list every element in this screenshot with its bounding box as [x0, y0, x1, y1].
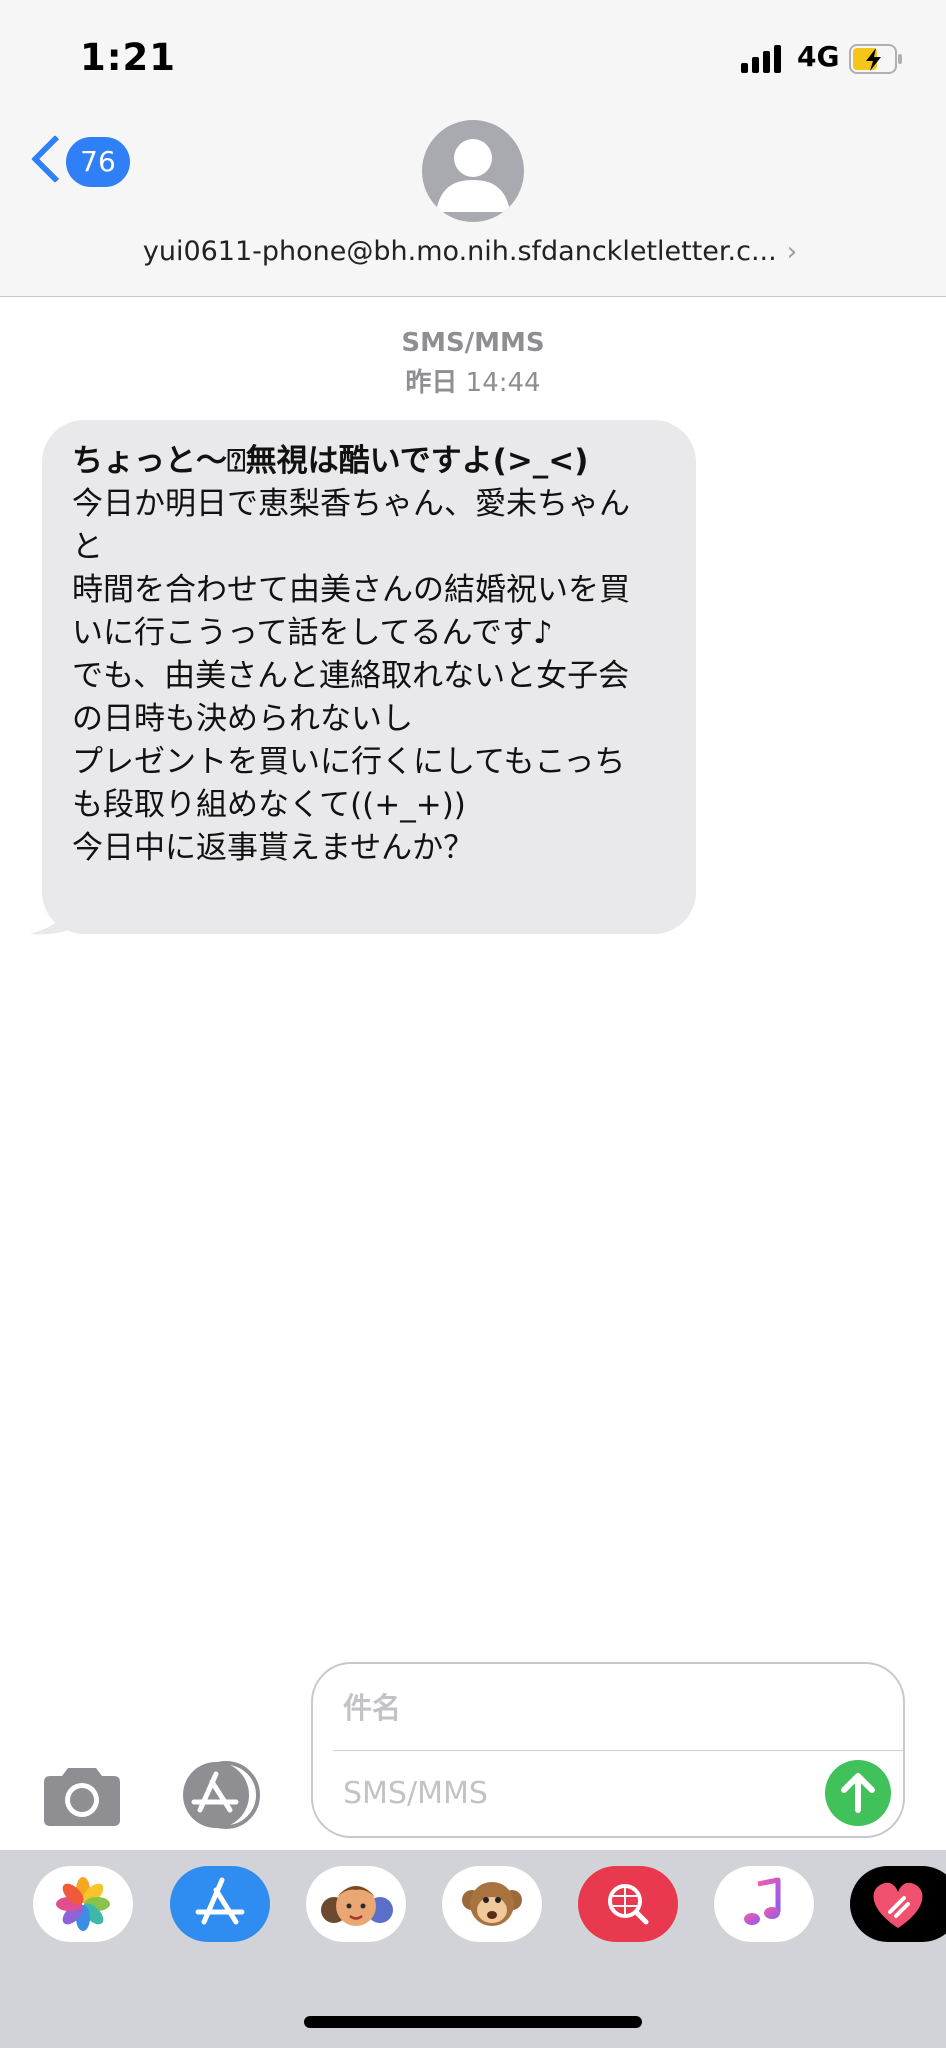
- contact-address: yui0611-phone@bh.mo.nih.sfdanckletletter…: [142, 236, 777, 267]
- send-button[interactable]: [825, 1760, 891, 1826]
- message-line: も段取り組めなくて((+_+)): [72, 787, 466, 823]
- network-type: 4G: [797, 40, 840, 73]
- web-search-icon[interactable]: [578, 1866, 678, 1942]
- timestamp-day: 昨日: [405, 368, 458, 398]
- imessage-app-drawer: [0, 1850, 946, 2048]
- message-line: 今日中に返事貰えませんか？: [72, 830, 475, 866]
- message-line: 今日か明日で恵梨香ちゃん、愛未ちゃん: [72, 486, 630, 522]
- message-line: と: [72, 529, 103, 565]
- person-icon: [436, 139, 510, 212]
- message-timestamp: 昨日 14:44: [0, 362, 946, 399]
- timestamp-time: 14:44: [465, 368, 541, 398]
- service-label: SMS/MMS: [401, 328, 545, 358]
- message-line: いに行こうって話をしてるんです♪: [72, 615, 553, 651]
- memoji-icon[interactable]: [306, 1866, 406, 1942]
- cellular-signal-icon: [741, 45, 785, 73]
- compose-box: 件名 SMS/MMS: [311, 1662, 905, 1838]
- back-button[interactable]: 76: [30, 132, 134, 192]
- subject-input[interactable]: 件名: [343, 1682, 843, 1734]
- photos-app-icon[interactable]: [33, 1866, 133, 1942]
- received-message-bubble[interactable]: ちょっと〜⍰無視は酷いですよ(>_<) 今日か明日で恵梨香ちゃん、愛未ちゃん と…: [42, 420, 696, 934]
- message-line: プレゼントを買いに行くにしてもこっち: [72, 744, 626, 780]
- home-indicator[interactable]: [304, 2016, 642, 2028]
- message-line: 時間を合わせて由美さんの結婚祝いを買: [72, 572, 630, 608]
- status-time: 1:21: [80, 36, 177, 79]
- message-line: でも、由美さんと連絡取れないと女子会: [72, 658, 630, 694]
- camera-icon[interactable]: [42, 1762, 122, 1828]
- app-store-icon[interactable]: [170, 1866, 270, 1942]
- navigation-header: 1:21 4G 76 yui0611-phone@bh.mo.nih.sfdan…: [0, 0, 946, 297]
- chevron-right-icon: ›: [786, 237, 798, 267]
- digital-touch-icon[interactable]: [850, 1866, 946, 1942]
- arrow-up-icon: [841, 1773, 875, 1813]
- battery-charging-icon: [849, 44, 902, 74]
- message-line: ちょっと〜⍰無視は酷いですよ(>_<): [72, 443, 589, 479]
- animoji-monkey-icon[interactable]: [442, 1866, 542, 1942]
- unread-count-badge: 76: [66, 137, 130, 187]
- field-divider: [333, 1750, 903, 1751]
- message-input[interactable]: SMS/MMS: [343, 1768, 803, 1820]
- contact-name-button[interactable]: yui0611-phone@bh.mo.nih.sfdanckletletter…: [100, 236, 840, 267]
- message-line: の日時も決められないし: [72, 701, 413, 737]
- app-store-apps-icon[interactable]: [176, 1760, 266, 1830]
- contact-avatar[interactable]: [422, 120, 524, 222]
- music-icon[interactable]: [714, 1866, 814, 1942]
